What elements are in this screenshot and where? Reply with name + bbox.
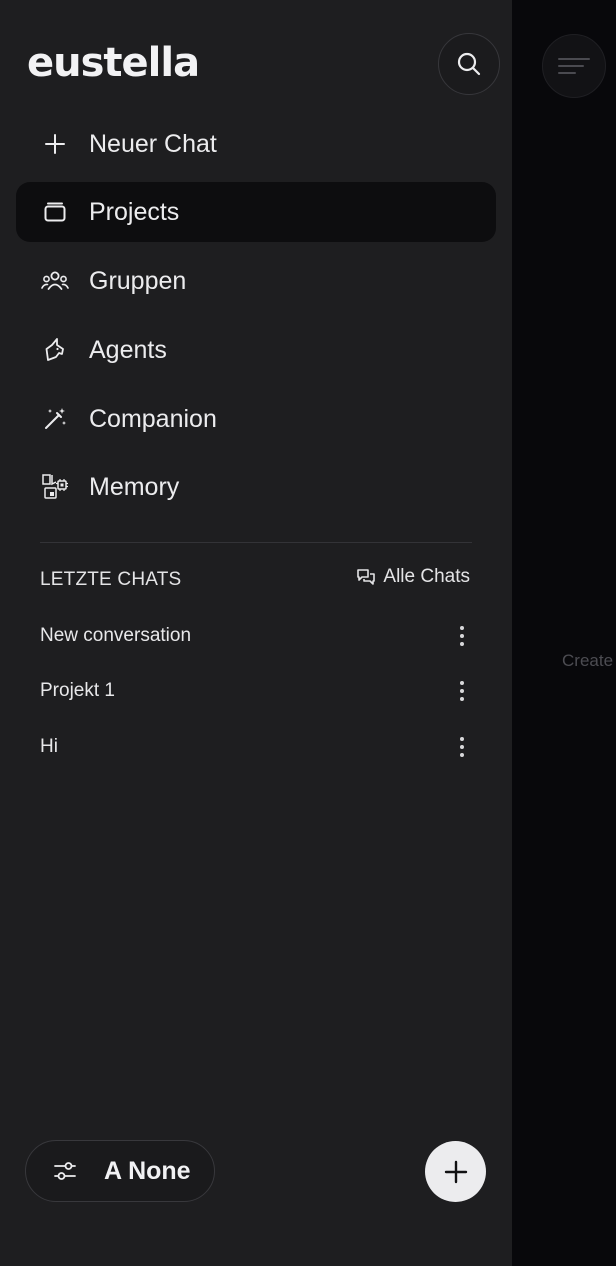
agent-icon — [40, 335, 70, 365]
sliders-icon — [54, 1162, 76, 1180]
recent-chats-title: LETZTE CHATS — [40, 569, 182, 590]
sidebar-item-projects[interactable]: Projects — [16, 182, 496, 242]
sidebar-item-agents[interactable]: Agents — [16, 320, 496, 380]
nav-label-companion: Companion — [89, 404, 217, 433]
nav-label-new-chat: Neuer Chat — [89, 129, 217, 158]
nav-label-gruppen: Gruppen — [89, 266, 187, 295]
menu-icon — [558, 58, 590, 74]
folder-icon — [40, 197, 70, 227]
all-chats-label: Alle Chats — [383, 566, 470, 587]
chat-list-item[interactable]: Projekt 1 — [40, 671, 472, 711]
model-label: A None — [104, 1156, 191, 1185]
magic-wand-icon — [40, 404, 70, 434]
chat-list-item[interactable]: New conversation — [40, 616, 472, 656]
main-area: Create — [512, 0, 616, 1266]
nav-label-memory: Memory — [89, 472, 180, 501]
chat-list-item[interactable]: Hi — [40, 727, 472, 767]
model-selector-button[interactable]: A None — [25, 1140, 215, 1202]
search-button[interactable] — [438, 33, 500, 95]
nav-label-projects: Projects — [89, 197, 180, 226]
plus-icon — [40, 129, 70, 159]
group-icon — [40, 266, 70, 296]
search-icon — [457, 52, 481, 76]
more-options-icon[interactable] — [452, 679, 472, 703]
plus-icon — [444, 1160, 467, 1183]
chat-title: Hi — [40, 736, 58, 757]
main-hint-text: Create — [562, 651, 614, 670]
sidebar-item-companion[interactable]: Companion — [16, 389, 496, 449]
chat-title: New conversation — [40, 625, 192, 646]
nav-label-agents: Agents — [89, 335, 167, 364]
menu-button[interactable] — [542, 34, 606, 98]
sidebar-item-gruppen[interactable]: Gruppen — [16, 251, 496, 311]
chat-bubbles-icon — [357, 569, 376, 585]
sidebar: eustella Neuer Chat Projects Gruppen Age… — [0, 0, 512, 1266]
app-logo[interactable]: eustella — [27, 38, 200, 88]
divider — [40, 542, 472, 543]
all-chats-link[interactable]: Alle Chats — [356, 566, 470, 588]
more-options-icon[interactable] — [452, 735, 472, 759]
chat-title: Projekt 1 — [40, 680, 115, 701]
new-item-button[interactable] — [425, 1141, 486, 1202]
more-options-icon[interactable] — [452, 624, 472, 648]
new-chat-button[interactable]: Neuer Chat — [16, 114, 496, 174]
sidebar-item-memory[interactable]: Memory — [16, 457, 496, 517]
memory-icon — [40, 472, 70, 502]
